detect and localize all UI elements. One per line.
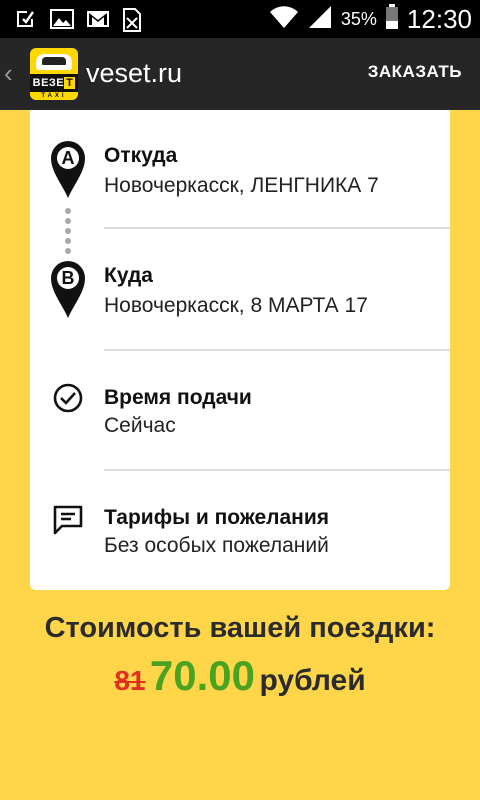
- from-row[interactable]: A Откуда Новочеркасск, ЛЕНГНИКА 7: [30, 140, 450, 232]
- battery-percent: 35%: [340, 8, 377, 29]
- clock-check-icon: [52, 382, 84, 419]
- logo-subtitle: TAXI: [41, 93, 67, 99]
- logo-word-text: ВЕЗЕ: [32, 77, 65, 89]
- price-line: 81 70.00 рублей: [0, 652, 480, 700]
- wifi-icon: [269, 4, 299, 35]
- app-title: veset.ru: [86, 58, 183, 88]
- download-done-icon: [14, 8, 36, 30]
- gmail-icon: [86, 8, 109, 30]
- divider: [104, 469, 450, 471]
- new-price: 70.00: [149, 652, 256, 699]
- tariffs-row[interactable]: Тарифы и пожелания Без особых пожеланий: [30, 502, 450, 582]
- system-status: 35% 12:30: [269, 0, 472, 38]
- to-label: Куда: [104, 264, 153, 287]
- comment-icon: [52, 504, 84, 541]
- signal-icon: [307, 4, 333, 35]
- pickup-time-row[interactable]: Время подачи Сейчас: [30, 382, 450, 462]
- order-button[interactable]: ЗАКАЗАТЬ: [368, 62, 462, 82]
- to-row[interactable]: B Куда Новочеркасск, 8 МАРТА 17: [30, 260, 450, 352]
- divider: [104, 349, 450, 351]
- battery-icon: [385, 3, 399, 35]
- tariffs-label: Тарифы и пожелания: [104, 506, 330, 529]
- clock: 12:30: [406, 3, 472, 34]
- from-address: Новочеркасск, ЛЕНГНИКА 7: [104, 174, 379, 197]
- old-price: 81: [114, 665, 146, 696]
- pickup-time-value: Сейчас: [104, 414, 176, 437]
- order-card: A Откуда Новочеркасск, ЛЕНГНИКА 7 B Куда…: [30, 110, 450, 590]
- logo-word: ВЕЗЕ Т: [30, 74, 78, 92]
- taxi-window: [42, 57, 66, 65]
- pickup-time-label: Время подачи: [104, 386, 252, 409]
- price-title: Стоимость вашей поездки:: [44, 612, 436, 644]
- notification-icons: [14, 8, 144, 32]
- marker-a-letter: A: [61, 148, 75, 168]
- back-chevron-icon[interactable]: ‹: [4, 58, 13, 89]
- app-logo[interactable]: ВЕЗЕ Т TAXI: [30, 48, 78, 100]
- tariffs-value: Без особых пожеланий: [104, 534, 329, 557]
- divider: [104, 227, 450, 229]
- action-bar: ‹ ВЕЗЕ Т TAXI veset.ru ЗАКАЗАТЬ: [0, 38, 480, 110]
- route-dots: [65, 208, 71, 254]
- status-bar: 35% 12:30: [0, 0, 480, 38]
- logo-letter: Т: [64, 77, 76, 89]
- to-address: Новочеркасск, 8 МАРТА 17: [104, 294, 368, 317]
- marker-b-letter: B: [61, 268, 75, 288]
- price-currency: рублей: [259, 664, 366, 697]
- image-icon: [50, 8, 74, 30]
- from-label: Откуда: [104, 144, 178, 167]
- sim-card-icon: [122, 8, 144, 32]
